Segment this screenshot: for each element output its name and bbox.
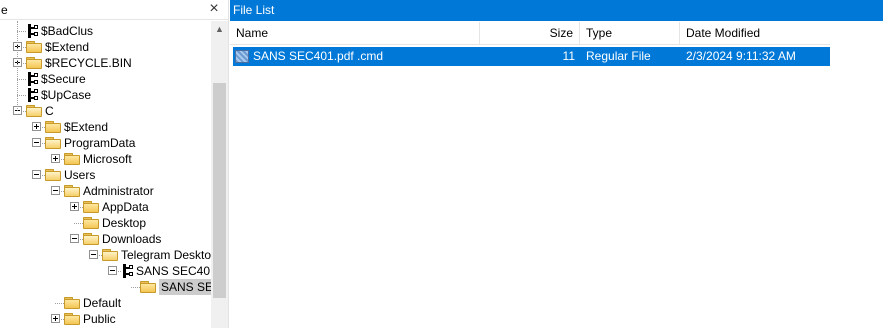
tree-item-label: $RECYCLE.BIN — [45, 56, 132, 70]
file-list-title: File List — [233, 3, 275, 17]
tree-item[interactable]: $Secure — [26, 71, 86, 87]
tree-item[interactable]: ProgramData — [45, 135, 135, 151]
tree-item-label: $Extend — [64, 120, 109, 134]
collapse-minus-icon[interactable] — [32, 170, 41, 179]
file-list-pane: File List Name Size Type Date Modified S… — [230, 0, 883, 328]
tree-item-label: $UpCase — [41, 88, 92, 102]
table-row[interactable]: SANS SEC401.pdf .cmd 11 Regular File 2/3… — [233, 47, 830, 66]
tree-item[interactable]: SANS SEC40 — [121, 263, 210, 279]
tree-item[interactable]: C — [26, 103, 54, 119]
collapse-minus-icon[interactable] — [32, 138, 41, 147]
tree-connector-line — [55, 303, 64, 304]
tree-item-label: $Secure — [41, 72, 86, 86]
file-icon — [235, 50, 249, 63]
tree-item[interactable]: Default — [64, 295, 121, 311]
folder-icon — [64, 313, 80, 325]
tree-item-label: Microsoft — [83, 152, 132, 166]
tree-item-label: SANS SEC40 — [136, 264, 211, 278]
scrollbar-thumb[interactable] — [213, 83, 226, 298]
tree-pane-title: e — [1, 3, 8, 17]
folder-icon — [26, 105, 42, 117]
tree-item-label: Desktop — [102, 216, 147, 230]
tree-item[interactable]: Administrator — [64, 183, 154, 199]
tree-item[interactable]: Users — [45, 167, 95, 183]
tree-item-label: Default — [83, 296, 122, 310]
folder-icon — [26, 41, 42, 53]
tree-connector-line — [131, 287, 140, 288]
tree-item[interactable]: AppData — [83, 199, 149, 215]
folder-icon — [64, 185, 80, 197]
collapse-minus-icon[interactable] — [108, 266, 117, 275]
tree-item[interactable]: Microsoft — [64, 151, 132, 167]
collapse-minus-icon[interactable] — [89, 250, 98, 259]
tree-connector-line — [17, 95, 26, 96]
tree-item-label: Users — [64, 168, 96, 182]
folder-icon — [45, 169, 61, 181]
tree-item-label: $Extend — [45, 40, 90, 54]
tree-item-label: Administrator — [83, 184, 154, 198]
system-file-icon — [26, 88, 38, 102]
folder-icon — [26, 57, 42, 69]
file-list-titlebar: File List — [230, 0, 883, 21]
tree-item[interactable]: Downloads — [83, 231, 161, 247]
system-file-icon — [26, 24, 38, 38]
tree-item-label: C — [45, 104, 54, 118]
tree-item[interactable]: Public — [64, 311, 116, 327]
tree-scrollbar[interactable]: ▲ — [211, 21, 228, 328]
expand-plus-icon[interactable] — [70, 202, 79, 211]
system-file-icon — [121, 264, 133, 278]
folder-icon — [64, 297, 80, 309]
expand-plus-icon[interactable] — [51, 314, 60, 323]
folder-icon — [83, 217, 99, 229]
file-size-cell: 11 — [562, 49, 575, 63]
tree-connector-line — [17, 21, 18, 111]
column-header-row: Name Size Type Date Modified — [230, 22, 830, 45]
tree-item-label: Downloads — [102, 232, 162, 246]
close-icon[interactable]: × — [205, 1, 223, 19]
tree-item[interactable]: $BadClus — [26, 23, 93, 39]
tree-pane: e × $BadClus $Extend $RECYCLE.BIN $Secure $U… — [0, 0, 229, 328]
tree-item-label: $BadClus — [41, 24, 94, 38]
tree-item[interactable]: Desktop — [83, 215, 146, 231]
file-date-cell: 2/3/2024 9:11:32 AM — [686, 49, 796, 63]
folder-icon — [64, 153, 80, 165]
file-name-cell: SANS SEC401.pdf .cmd — [253, 49, 384, 63]
tree-item[interactable]: $Extend — [26, 39, 89, 55]
column-header-size[interactable]: Size — [480, 22, 580, 45]
tree-item-label: SANS SE — [159, 279, 211, 295]
column-header-type[interactable]: Type — [580, 22, 680, 45]
collapse-minus-icon[interactable] — [70, 234, 79, 243]
tree-item[interactable]: SANS SE — [140, 279, 211, 295]
tree-connector-line — [17, 31, 26, 32]
folder-icon — [45, 121, 61, 133]
folder-icon — [140, 281, 156, 293]
tree-pane-header: e × — [0, 0, 228, 20]
tree-item[interactable]: $UpCase — [26, 87, 91, 103]
folder-icon — [83, 201, 99, 213]
column-header-name[interactable]: Name — [230, 22, 480, 45]
tree-connector-line — [74, 223, 83, 224]
tree-item-label: Telegram Desktop — [121, 248, 211, 262]
column-header-date-modified[interactable]: Date Modified — [680, 22, 830, 45]
tree-item-label: ProgramData — [64, 136, 136, 150]
system-file-icon — [26, 72, 38, 86]
tree-item-label: AppData — [102, 200, 149, 214]
folder-tree: $BadClus $Extend $RECYCLE.BIN $Secure $UpCas… — [0, 21, 211, 328]
scroll-up-arrow-icon[interactable]: ▲ — [211, 21, 228, 38]
folder-icon — [45, 137, 61, 149]
tree-item-label: Public — [83, 312, 116, 326]
expand-plus-icon[interactable] — [32, 122, 41, 131]
file-type-cell: Regular File — [586, 49, 651, 63]
folder-icon — [83, 233, 99, 245]
collapse-minus-icon[interactable] — [51, 186, 60, 195]
expand-plus-icon[interactable] — [51, 154, 60, 163]
tree-item[interactable]: Telegram Desktop — [102, 247, 211, 263]
folder-icon — [102, 249, 118, 261]
tree-item[interactable]: $Extend — [45, 119, 108, 135]
tree-connector-line — [17, 79, 26, 80]
tree-item[interactable]: $RECYCLE.BIN — [26, 55, 132, 71]
